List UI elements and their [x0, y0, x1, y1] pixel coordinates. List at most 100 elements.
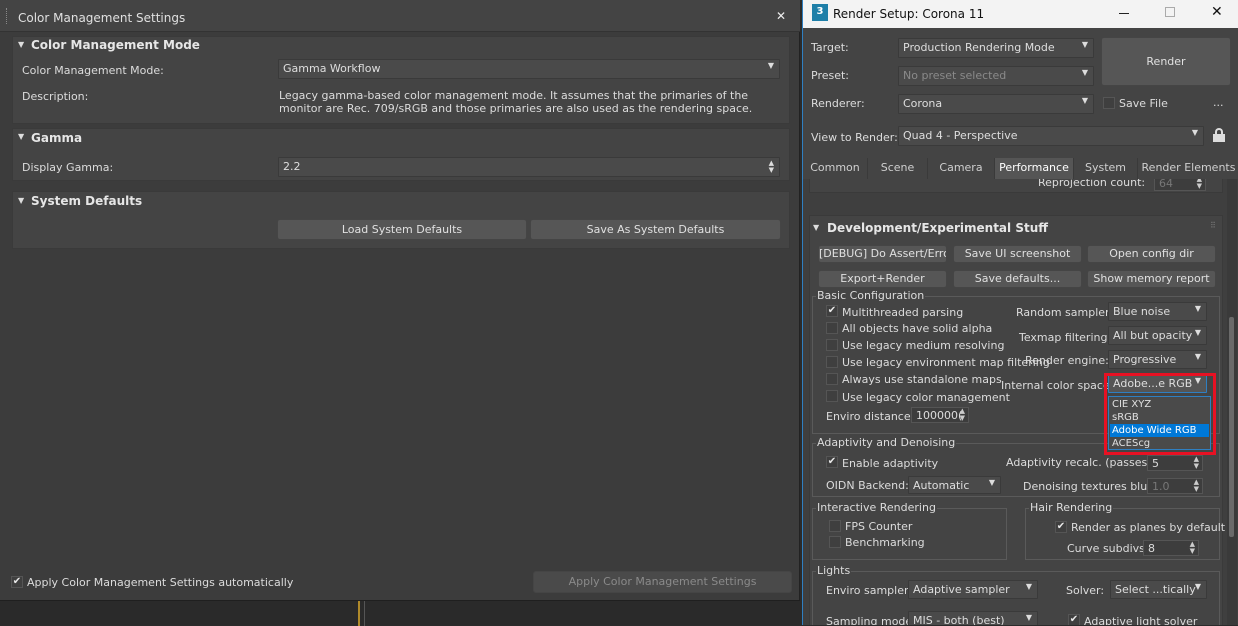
cm-titlebar: Color Management Settings ✕	[0, 0, 800, 32]
tab-camera[interactable]: Camera	[928, 158, 995, 179]
tab-scene[interactable]: Scene	[868, 158, 928, 179]
viewport-strip	[0, 600, 800, 626]
denoise-blur-spinner[interactable]: 1.0 ▲ ▼	[1147, 478, 1203, 494]
chevron-down-icon: ▼	[1025, 582, 1032, 591]
more-button[interactable]: ...	[1213, 96, 1224, 109]
color-management-window: Color Management Settings ✕ ▼ Color Mana…	[0, 0, 800, 600]
maximize-icon[interactable]	[1165, 7, 1175, 17]
system-defaults-section: ▼ System Defaults Load System Defaults S…	[12, 191, 790, 249]
enable-adaptivity-checkbox[interactable]: ✔	[826, 456, 838, 468]
renderer-select-value: Corona	[903, 97, 943, 110]
collapse-triangle-icon[interactable]: ▼	[18, 196, 24, 205]
save-system-defaults-button[interactable]: Save As System Defaults	[530, 219, 781, 240]
adaptivity-recalc-spinner[interactable]: 5 ▲ ▼	[1147, 455, 1203, 471]
target-select[interactable]: Production Rendering Mode ▼	[898, 38, 1094, 58]
scrollbar-thumb[interactable]	[1229, 317, 1234, 537]
renderer-select[interactable]: Corona ▼	[898, 94, 1094, 114]
gamma-section-title[interactable]: Gamma	[31, 131, 82, 145]
solver-value: Select ...tically	[1115, 583, 1196, 596]
collapse-triangle-icon[interactable]: ▼	[813, 223, 819, 232]
lights-group: Lights Enviro sampler: Adaptive sampler ▼…	[812, 564, 1220, 625]
sampling-mode-value: MIS - both (best)	[913, 614, 1005, 625]
texmap-filtering-label: Texmap filtering:	[1019, 331, 1112, 344]
rollout-grip[interactable]: ⠿	[1210, 221, 1216, 230]
render-button[interactable]: Render	[1101, 37, 1231, 86]
solid-alpha-checkbox[interactable]	[826, 322, 838, 334]
preset-select[interactable]: No preset selected ▼	[898, 66, 1094, 86]
reprojection-spinner[interactable]: 64 ▲ ▼	[1154, 179, 1206, 191]
open-config-dir-button[interactable]: Open config dir	[1087, 245, 1216, 263]
close-icon[interactable]: ✕	[776, 9, 786, 23]
description-text: Legacy gamma-based color management mode…	[279, 89, 753, 115]
spinner-arrows-icon[interactable]: ▲ ▼	[1197, 179, 1202, 190]
render-engine-select[interactable]: Progressive ▼	[1108, 350, 1207, 369]
spinner-arrows-icon[interactable]: ▲ ▼	[1194, 479, 1199, 493]
solver-select[interactable]: Select ...tically ▼	[1110, 580, 1207, 599]
tab-system[interactable]: System	[1074, 158, 1138, 179]
enable-adaptivity-label: Enable adaptivity	[842, 457, 939, 470]
legacy-cm-checkbox[interactable]	[826, 390, 838, 402]
oidn-backend-select[interactable]: Automatic ▼	[908, 476, 1001, 494]
render-setup-window: 3 Render Setup: Corona 11 ✕ Target: Prod…	[802, 0, 1238, 625]
rs-title: Render Setup: Corona 11	[833, 7, 985, 21]
rs-titlebar: 3 Render Setup: Corona 11 ✕	[803, 0, 1238, 28]
dev-section-title[interactable]: Development/Experimental Stuff	[827, 221, 1048, 235]
enviro-distance-spinner[interactable]: 100000(▲ ▼	[911, 407, 969, 423]
enviro-sampler-select[interactable]: Adaptive sampler ▼	[908, 580, 1038, 599]
reprojection-value: 64	[1159, 179, 1173, 190]
spinner-arrows-icon[interactable]: ▲ ▼	[1190, 541, 1195, 555]
chevron-down-icon: ▼	[1191, 128, 1198, 137]
tab-render-elements[interactable]: Render Elements	[1138, 158, 1238, 179]
debug-assert-button[interactable]: [DEBUG] Do Assert/Error	[818, 245, 947, 263]
system-defaults-title[interactable]: System Defaults	[31, 194, 142, 208]
apply-auto-checkbox[interactable]: ✔	[11, 576, 23, 588]
export-render-button[interactable]: Export+Render	[818, 270, 947, 288]
show-memory-report-button[interactable]: Show memory report	[1087, 270, 1216, 288]
minimize-icon[interactable]	[1119, 13, 1129, 14]
mode-section-title[interactable]: Color Management Mode	[31, 38, 200, 52]
tab-performance[interactable]: Performance	[995, 158, 1074, 179]
random-sampler-select[interactable]: Blue noise ▼	[1108, 302, 1207, 321]
render-planes-checkbox[interactable]: ✔	[1055, 521, 1067, 533]
legacy-envmap-checkbox[interactable]	[826, 356, 838, 368]
description-label: Description:	[22, 90, 89, 103]
spinner-arrows-icon[interactable]: ▲ ▼	[769, 160, 774, 174]
cm-title: Color Management Settings	[18, 11, 186, 25]
close-icon[interactable]: ✕	[1211, 4, 1223, 20]
spinner-arrows-icon[interactable]: ▲ ▼	[960, 408, 965, 422]
legacy-medium-checkbox[interactable]	[826, 339, 838, 351]
collapse-triangle-icon[interactable]: ▼	[18, 132, 24, 141]
target-select-value: Production Rendering Mode	[903, 41, 1055, 54]
chevron-down-icon: ▼	[1081, 96, 1088, 105]
collapse-triangle-icon[interactable]: ▼	[18, 40, 24, 49]
texmap-filtering-select[interactable]: All but opacity ▼	[1108, 326, 1207, 345]
chevron-down-icon: ▼	[1194, 304, 1201, 313]
mode-select[interactable]: Gamma Workflow ▼	[278, 59, 780, 79]
chevron-down-icon: ▼	[1194, 582, 1201, 591]
view-select[interactable]: Quad 4 - Perspective ▼	[898, 126, 1204, 146]
fps-counter-checkbox[interactable]	[829, 520, 841, 532]
display-gamma-label: Display Gamma:	[22, 161, 114, 174]
benchmarking-checkbox[interactable]	[829, 536, 841, 548]
lock-icon[interactable]	[1213, 128, 1225, 142]
load-system-defaults-button[interactable]: Load System Defaults	[277, 219, 527, 240]
multithreaded-parsing-checkbox[interactable]: ✔	[826, 305, 838, 317]
save-ui-screenshot-button[interactable]: Save UI screenshot	[953, 245, 1082, 263]
spinner-arrows-icon[interactable]: ▲ ▼	[1194, 456, 1199, 470]
apply-settings-button[interactable]: Apply Color Management Settings	[533, 571, 792, 593]
scrollbar[interactable]	[1227, 179, 1237, 625]
save-defaults-button[interactable]: Save defaults...	[953, 270, 1082, 288]
tab-common[interactable]: Common	[803, 158, 868, 179]
save-file-checkbox[interactable]	[1103, 97, 1115, 109]
sampling-mode-select[interactable]: MIS - both (best) ▼	[908, 611, 1038, 625]
random-sampler-value: Blue noise	[1113, 305, 1171, 318]
chevron-down-icon: ▼	[767, 61, 774, 70]
fps-counter-label: FPS Counter	[845, 520, 913, 533]
mode-select-value: Gamma Workflow	[283, 62, 381, 75]
lock-body	[1213, 134, 1225, 142]
drag-grip[interactable]	[6, 8, 8, 24]
curve-subdivs-spinner[interactable]: 8 ▲ ▼	[1143, 540, 1199, 556]
display-gamma-spinner[interactable]: 2.2 ▲ ▼	[278, 157, 780, 177]
standalone-maps-checkbox[interactable]	[826, 373, 838, 385]
adaptive-light-solver-checkbox[interactable]: ✔	[1068, 614, 1080, 625]
